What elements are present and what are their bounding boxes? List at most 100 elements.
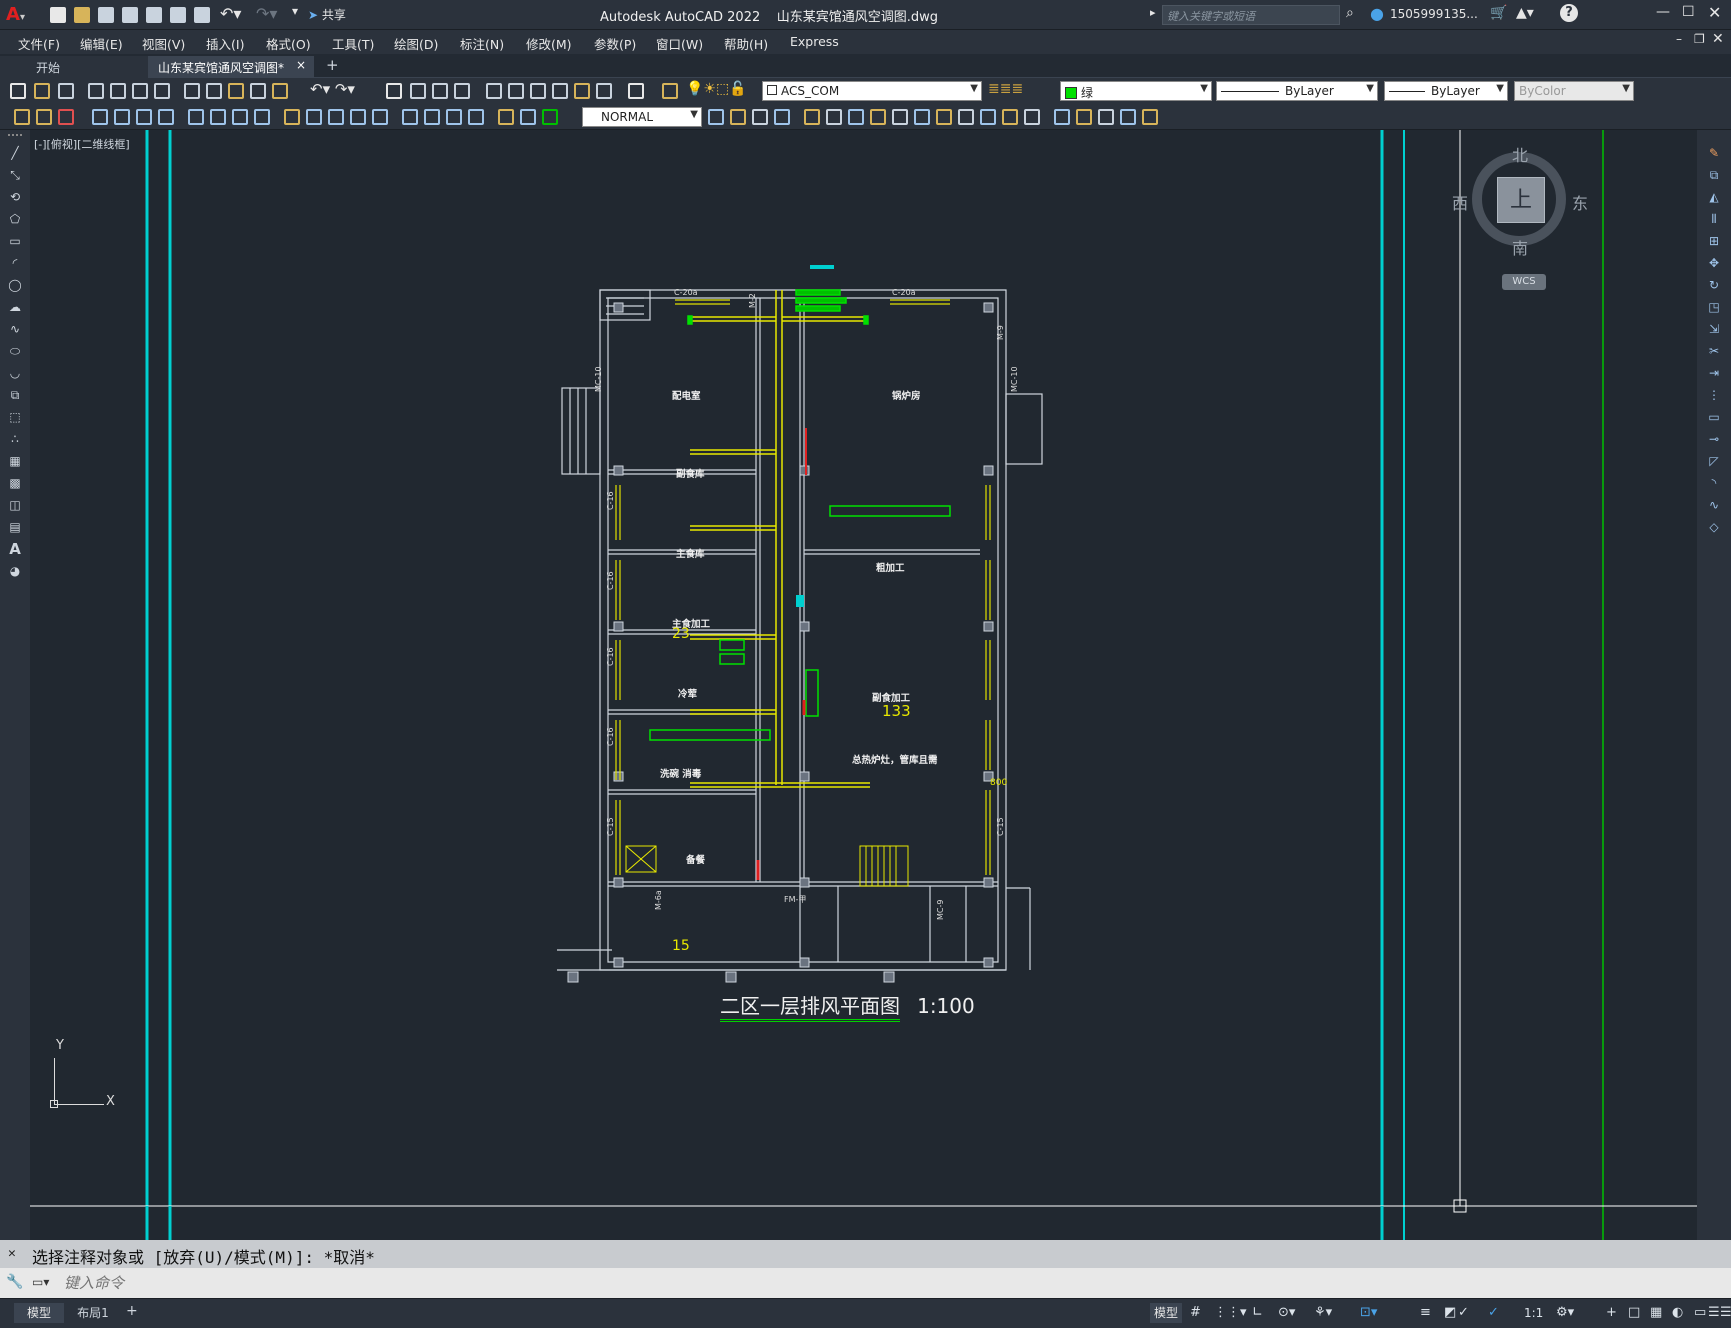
ellipse-arc-icon[interactable]: ◡	[6, 366, 24, 380]
new-tab-button[interactable]: +	[326, 56, 339, 74]
modify-tool-icon-2[interactable]	[730, 109, 746, 125]
copy-icon[interactable]	[206, 83, 222, 99]
dimedit-icon[interactable]	[498, 109, 514, 125]
revcloud-icon[interactable]: ☁	[6, 300, 24, 314]
spline-icon[interactable]: ∿	[6, 322, 24, 336]
linetype-dropdown[interactable]: ByLayer ▼	[1216, 81, 1378, 101]
plot-icon[interactable]	[194, 7, 210, 23]
erase-icon[interactable]: ✎	[1705, 146, 1723, 160]
annotation-monitor-icon[interactable]: +	[1606, 1305, 1617, 1320]
break-point-icon[interactable]: ⋮	[1705, 388, 1723, 402]
quickcalc-icon[interactable]	[596, 83, 612, 99]
design-center-icon[interactable]	[508, 83, 524, 99]
share-button[interactable]: ➤ 共享	[308, 6, 346, 23]
rectangle-icon[interactable]: ▭	[6, 234, 24, 248]
menu-file[interactable]: 文件(F)	[18, 34, 60, 53]
match-prop-icon[interactable]	[250, 83, 266, 99]
join-icon[interactable]: ⊸	[1705, 432, 1723, 446]
layer-state-icons[interactable]: 💡☀⬚🔓	[686, 81, 747, 97]
dim-ordinate-icon[interactable]	[158, 109, 174, 125]
tool-palettes-icon[interactable]	[530, 83, 546, 99]
menu-express[interactable]: Express	[790, 34, 839, 49]
publish-3d-icon[interactable]	[154, 83, 170, 99]
region-icon[interactable]: ◫	[6, 498, 24, 512]
modify-tool-icon-14[interactable]	[1002, 109, 1018, 125]
grid-icon[interactable]: #	[1190, 1305, 1201, 1320]
maximize-button[interactable]: ☐	[1682, 4, 1695, 20]
new-file-icon[interactable]	[50, 7, 66, 23]
save-as-icon[interactable]	[122, 7, 138, 23]
customize-qat-icon[interactable]: ▾	[292, 4, 298, 18]
ellipse-icon[interactable]: ⬭	[6, 344, 24, 358]
clean-screen-icon[interactable]: ☰	[1708, 1305, 1720, 1320]
wrench-icon[interactable]: 🔧	[6, 1274, 23, 1290]
open-icon[interactable]	[34, 83, 50, 99]
plot-icon[interactable]	[88, 83, 104, 99]
dim-diameter-icon[interactable]	[232, 109, 248, 125]
modify-tool-icon-12[interactable]	[958, 109, 974, 125]
chamfer-icon[interactable]: ◸	[1705, 454, 1723, 468]
menu-dimension[interactable]: 标注(N)	[460, 34, 504, 53]
gradient-icon[interactable]: ▩	[6, 476, 24, 490]
menu-window[interactable]: 窗口(W)	[656, 34, 703, 53]
annotation-scale[interactable]: 1:1	[1524, 1306, 1543, 1320]
model-space-button[interactable]: 模型	[1150, 1303, 1182, 1323]
dim-space-icon[interactable]	[350, 109, 366, 125]
units-icon[interactable]: □	[1628, 1305, 1640, 1320]
publish-icon[interactable]	[132, 83, 148, 99]
menu-tools[interactable]: 工具(T)	[332, 34, 374, 53]
qnew-icon[interactable]	[10, 83, 26, 99]
quick-props-icon[interactable]: ▦	[1650, 1305, 1662, 1320]
menu-insert[interactable]: 插入(I)	[206, 34, 244, 53]
jogged-linear-icon[interactable]	[468, 109, 484, 125]
mtext-icon[interactable]: A	[6, 542, 24, 557]
explode-icon[interactable]: ◇	[1705, 520, 1723, 534]
compass-west[interactable]: 西	[1452, 190, 1468, 214]
rotate-icon[interactable]: ↻	[1705, 278, 1723, 292]
array-icon[interactable]: ⊞	[1705, 234, 1723, 248]
polyline-icon[interactable]: ⟲	[6, 190, 24, 204]
hardware-accel-icon[interactable]: ▭	[1694, 1305, 1706, 1320]
modify-tool-icon-6[interactable]	[826, 109, 842, 125]
circle-icon[interactable]: ◯	[6, 278, 24, 292]
modify-tool-icon-7[interactable]	[848, 109, 864, 125]
modify-tool-icon-10[interactable]	[914, 109, 930, 125]
tab-start[interactable]: 开始	[0, 56, 148, 78]
modify-tool-icon-17[interactable]	[1076, 109, 1092, 125]
copy-obj-icon[interactable]: ⧉	[1705, 168, 1723, 182]
layer-iso-icon[interactable]	[36, 109, 52, 125]
redo-icon[interactable]: ↷▾	[256, 4, 277, 23]
workspace-gear-icon[interactable]: ⚙▾	[1556, 1305, 1574, 1320]
modify-tool-icon-3[interactable]	[752, 109, 768, 125]
doc-close-button[interactable]: ✕	[1712, 31, 1724, 47]
layout-tab-model[interactable]: 模型	[14, 1303, 64, 1323]
command-close-icon[interactable]: ✕	[8, 1246, 16, 1261]
search-icon[interactable]: ⌕	[1346, 5, 1354, 21]
dim-linear-icon[interactable]	[92, 109, 108, 125]
minimize-button[interactable]: —	[1656, 4, 1670, 20]
search-arrow-icon[interactable]: ▸	[1150, 6, 1156, 19]
break-icon[interactable]: ▭	[1705, 410, 1723, 424]
properties-icon[interactable]	[486, 83, 502, 99]
osnap-icon[interactable]: ⊡▾	[1360, 1305, 1377, 1320]
autodesk-app-icon[interactable]: ▲▾	[1516, 5, 1534, 21]
dim-aligned-icon[interactable]	[114, 109, 130, 125]
isodraft-icon[interactable]: ⚘▾	[1314, 1305, 1332, 1320]
offset-icon[interactable]: ⫴	[1705, 212, 1723, 226]
dim-arc-icon[interactable]	[136, 109, 152, 125]
undo-icon[interactable]: ↶▾	[220, 4, 241, 23]
tab-drawing[interactable]: 山东某宾馆通风空调图* ×	[148, 56, 314, 78]
color-dropdown[interactable]: 绿 ▼	[1060, 81, 1212, 101]
modify-tool-icon-13[interactable]	[980, 109, 996, 125]
doc-restore-button[interactable]: ❐	[1694, 32, 1705, 46]
markup-icon[interactable]	[574, 83, 590, 99]
fillet-icon[interactable]: ◝	[1705, 476, 1723, 490]
dim-angular-icon[interactable]	[254, 109, 270, 125]
compass-east[interactable]: 东	[1572, 190, 1588, 214]
insert-block-icon[interactable]: ⧉	[6, 388, 24, 402]
center-mark-icon[interactable]	[424, 109, 440, 125]
menu-parametric[interactable]: 参数(P)	[594, 34, 636, 53]
save-icon[interactable]	[98, 7, 114, 23]
stretch-icon[interactable]: ⇲	[1705, 322, 1723, 336]
menu-format[interactable]: 格式(O)	[266, 34, 311, 53]
